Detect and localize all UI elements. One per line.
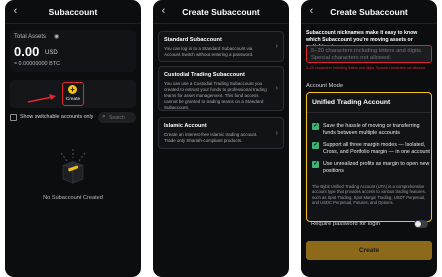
page-title: Create Subaccount [182,7,260,17]
create-button[interactable]: Create [306,241,432,260]
page-title: Subaccount [48,7,98,17]
eye-icon[interactable]: ◉ [54,33,59,40]
header: ‹ Create Subaccount [301,0,437,24]
header: ‹ Subaccount [5,0,141,24]
nickname-input[interactable] [306,45,432,63]
chevron-right-icon: › [275,43,278,50]
divider [307,112,431,113]
create-subaccount-type-screen: ‹ Create Subaccount Standard Subaccount … [153,0,289,277]
header: ‹ Create Subaccount [153,0,289,24]
option-title: Standard Subaccount [164,37,222,43]
chevron-right-icon: › [275,85,278,92]
search-input[interactable] [109,114,134,121]
nickname-error: 5–20 characters including letters and di… [306,66,426,70]
password-toggle-label: Require password for login [311,221,380,227]
option-title: Islamic Account [164,123,207,129]
option-title: Custodial Trading Subaccount [164,72,245,78]
empty-state-text: No Subaccount Created [43,195,103,201]
check-icon: ✓ [312,161,319,168]
option-islamic-account[interactable]: Islamic Account Create an interest-free … [158,117,284,149]
check-icon: ✓ [312,142,319,149]
unified-trading-account-card[interactable]: Unified Trading Account ✓ Save the hassl… [306,92,432,222]
create-label: Create [65,97,81,102]
option-standard-subaccount[interactable]: Standard Subaccount You can log in to a … [158,31,284,62]
total-assets-label: Total Assets [14,34,47,40]
option-description: You can use a Custodial Trading Subaccou… [164,81,267,110]
feature-text: Use unrealized profits as margin to open… [323,161,430,174]
plus-icon: + [68,85,77,94]
create-subaccount-form-screen: ‹ Create Subaccount Subaccount nicknames… [301,0,437,277]
total-assets-btc: ≈ 0.00000000 BTC [14,61,61,67]
feature-text: Support all three margin modes — Isolate… [323,142,430,155]
create-subaccount-button[interactable]: + Create [62,82,84,106]
option-description: You can log in to a Standard Subaccount … [164,46,254,57]
switchable-label: Show switchable accounts only [20,114,94,120]
toggle-knob [415,221,421,227]
account-mode-label: Account Mode [306,83,344,89]
switchable-checkbox[interactable] [10,114,17,121]
total-assets-value: 0.00 [14,44,40,59]
option-custodial-trading-subaccount[interactable]: Custodial Trading Subaccount You can use… [158,66,284,111]
total-assets-unit: USD [45,50,58,56]
feature-text: Save the hassle of moving or transferrin… [323,123,420,136]
mode-description: The Bybit Unified Trading Account (UTA) … [312,184,426,206]
mode-title: Unified Trading Account [312,99,391,106]
check-icon: ✓ [312,123,319,130]
option-description: Create an interest-free Islamic trading … [164,132,258,143]
page-title: Create Subaccount [330,7,408,17]
total-assets-card: Total Assets ◉ 0.00 USD ≈ 0.00000000 BTC [10,30,136,72]
empty-box-illustration [60,149,86,184]
search-icon: ⌕ [102,113,106,120]
subaccount-screen: ‹ Subaccount Total Assets ◉ 0.00 USD ≈ 0… [5,0,141,277]
highlight-arrow-icon [27,94,56,103]
password-toggle[interactable] [414,220,428,228]
chevron-right-icon: › [275,130,278,137]
search-box: ⌕ [98,112,136,123]
